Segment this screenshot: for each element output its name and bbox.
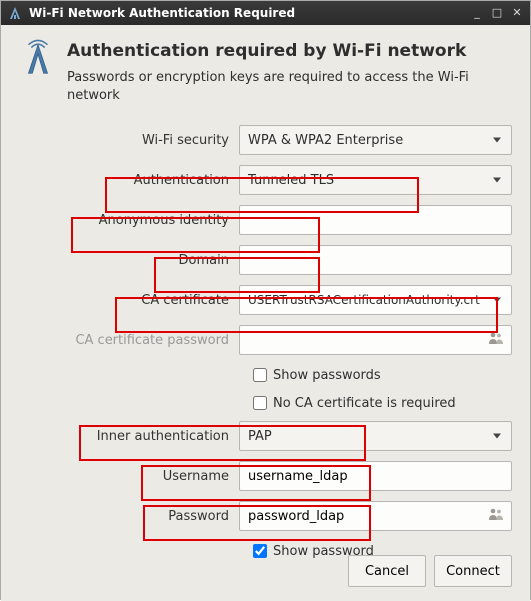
- no-ca-required-label: No CA certificate is required: [273, 396, 456, 411]
- wifi-security-combo[interactable]: WPA & WPA2 Enterprise: [239, 125, 512, 155]
- inner-auth-label: Inner authentication: [19, 429, 239, 444]
- username-label: Username: [19, 469, 239, 484]
- auth-form: Wi-Fi security WPA & WPA2 Enterprise Aut…: [19, 124, 512, 562]
- no-ca-required-checkbox[interactable]: [253, 396, 267, 410]
- ca-cert-password-input: [239, 325, 512, 355]
- ca-cert-password-label: CA certificate password: [19, 333, 239, 348]
- show-passwords-label: Show passwords: [273, 368, 381, 383]
- domain-input[interactable]: [239, 245, 512, 275]
- show-password-checkbox[interactable]: [253, 544, 267, 558]
- cancel-button[interactable]: Cancel: [348, 555, 426, 587]
- window-title: Wi-Fi Network Authentication Required: [29, 6, 464, 20]
- anonymous-identity-label: Anonymous identity: [19, 213, 239, 228]
- dialog-content: Authentication required by Wi-Fi network…: [1, 25, 530, 601]
- anonymous-identity-input[interactable]: [239, 205, 512, 235]
- authentication-label: Authentication: [19, 173, 239, 188]
- app-icon: [7, 5, 23, 21]
- username-input[interactable]: [239, 461, 512, 491]
- domain-label: Domain: [19, 253, 239, 268]
- wifi-security-label: Wi-Fi security: [19, 133, 239, 148]
- close-button[interactable]: ✕: [510, 6, 524, 20]
- password-input[interactable]: [239, 501, 512, 531]
- authentication-combo[interactable]: Tunneled TLS: [239, 165, 512, 195]
- ca-certificate-label: CA certificate: [19, 293, 239, 308]
- inner-auth-combo[interactable]: PAP: [239, 421, 512, 451]
- password-label: Password: [19, 509, 239, 524]
- connect-button[interactable]: Connect: [434, 555, 512, 587]
- dialog-description: Passwords or encryption keys are require…: [67, 69, 512, 104]
- maximize-button[interactable]: □: [490, 6, 504, 20]
- minimize-button[interactable]: _: [470, 6, 484, 20]
- window-titlebar: Wi-Fi Network Authentication Required _ …: [1, 1, 530, 25]
- wifi-antenna-icon: [19, 39, 57, 77]
- ca-certificate-chooser[interactable]: USERTrustRSACertificationAuthority.crt: [239, 285, 512, 315]
- show-passwords-checkbox[interactable]: [253, 368, 267, 382]
- dialog-heading: Authentication required by Wi-Fi network: [67, 41, 512, 61]
